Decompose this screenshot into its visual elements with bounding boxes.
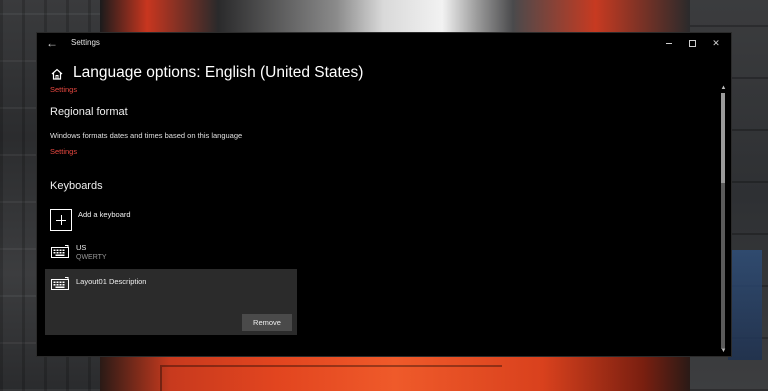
scrollbar-thumb[interactable] [721,93,725,183]
keyboards-heading: Keyboards [50,180,103,192]
window-title: Settings [71,38,100,47]
settings-link-top[interactable]: Settings [50,85,77,94]
keyboard-item-layout01[interactable]: Layout01 Description Remove [45,269,297,335]
keyboard-icon [51,245,69,258]
keyboard-name: Layout01 Description [76,277,147,286]
title-bar[interactable]: ← Settings ✕ [37,33,731,53]
back-arrow-icon[interactable]: ← [45,36,59,50]
regional-format-heading: Regional format [50,106,128,118]
settings-window: ← Settings ✕ Language options: English (… [37,33,731,356]
regional-format-description: Windows formats dates and times based on… [50,131,243,140]
close-icon[interactable]: ✕ [706,36,726,50]
add-keyboard-button[interactable]: Add a keyboard [78,210,131,219]
keyboard-icon [51,277,69,290]
scroll-down-icon[interactable]: ▼ [720,348,727,354]
keyboard-layout: QWERTY [76,254,107,261]
vertical-scrollbar[interactable]: ▲ ▼ [720,85,727,356]
minimize-icon[interactable] [659,36,679,50]
home-icon[interactable] [50,67,64,81]
scroll-up-icon[interactable]: ▲ [720,85,727,91]
plus-icon[interactable] [50,209,72,231]
maximize-icon[interactable] [682,36,702,50]
keyboard-name: US [76,243,87,252]
remove-keyboard-button[interactable]: Remove [242,314,292,331]
keyboard-item-us[interactable]: US QWERTY [45,238,297,268]
page-title: Language options: English (United States… [73,64,364,81]
wallpaper-bottom [100,355,690,391]
wallpaper-blue-object [728,250,762,360]
wallpaper-top [100,0,690,34]
regional-settings-link[interactable]: Settings [50,147,77,156]
